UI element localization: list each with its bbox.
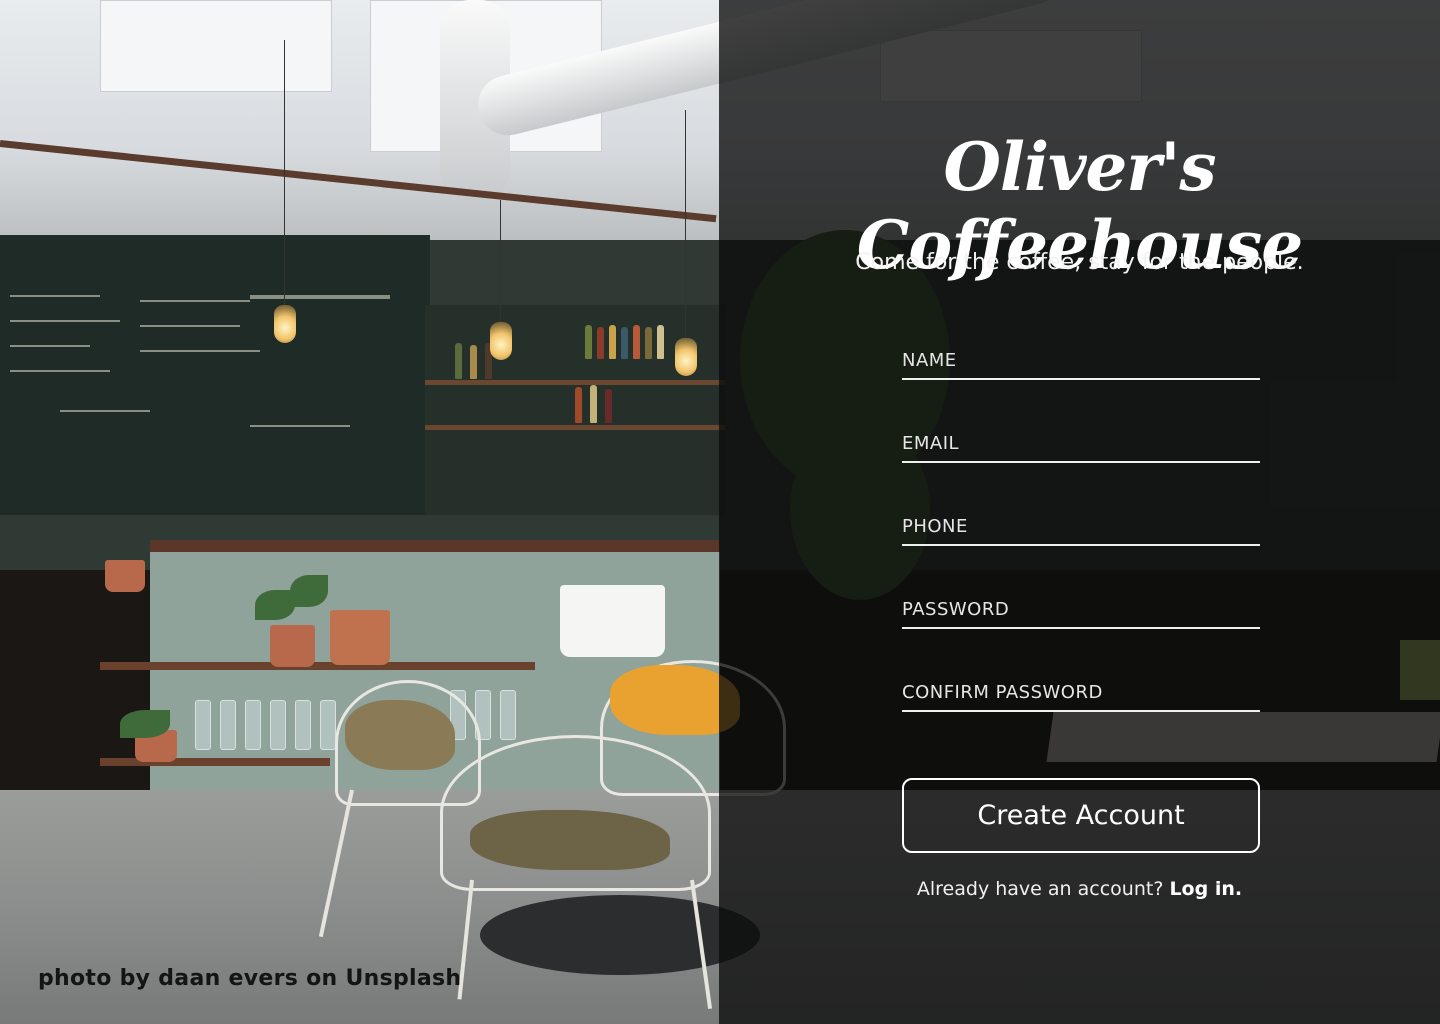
photo-credit: photo by daan evers on Unsplash [38,966,462,991]
pendant-lamp [274,305,296,343]
carafe [295,700,311,750]
counter-top [150,540,720,552]
pendant-lamp [490,322,512,360]
ceiling-panel [100,0,332,92]
pendant-lamp [675,338,697,376]
bottle-shelf [425,305,725,515]
carafe [195,700,211,750]
plant-leaf [120,710,170,738]
plant-leaf [255,590,295,620]
pendant-cord [284,40,285,310]
confirm-password-field-wrapper [902,662,1260,745]
cushion [470,810,670,870]
carafe [500,690,516,740]
login-link[interactable]: Log in. [1169,878,1242,900]
email-field[interactable] [902,425,1260,463]
counter-shelf [100,662,535,670]
plant-pot [330,610,390,665]
carafe [270,700,286,750]
plant-leaf [290,575,328,607]
signup-form [902,330,1260,745]
password-field-wrapper [902,579,1260,662]
login-prompt: Already have an account? [916,878,1164,900]
create-account-button[interactable]: Create Account [902,778,1260,853]
name-field-wrapper [902,330,1260,413]
carafe [220,700,236,750]
phone-field[interactable] [902,508,1260,546]
pendant-cord [685,110,686,340]
plant-pot [105,560,145,592]
rug [480,895,760,975]
phone-field-wrapper [902,496,1260,579]
brand-tagline: Come for the coffee, stay for the people… [855,250,1304,275]
carafe [245,700,261,750]
login-prompt-line: Already have an account? Log in. [719,878,1440,900]
cushion [345,700,455,770]
chalkboard-menu [0,235,430,515]
signup-panel: Oliver's Coffeehouse Come for the coffee… [719,0,1440,1024]
password-field[interactable] [902,591,1260,629]
confirm-password-field[interactable] [902,674,1260,712]
plant-pot [270,625,315,667]
wall-sink [560,585,665,657]
counter-shelf [100,758,330,766]
pendant-cord [500,200,501,325]
email-field-wrapper [902,413,1260,496]
name-field[interactable] [902,342,1260,380]
carafe [320,700,336,750]
